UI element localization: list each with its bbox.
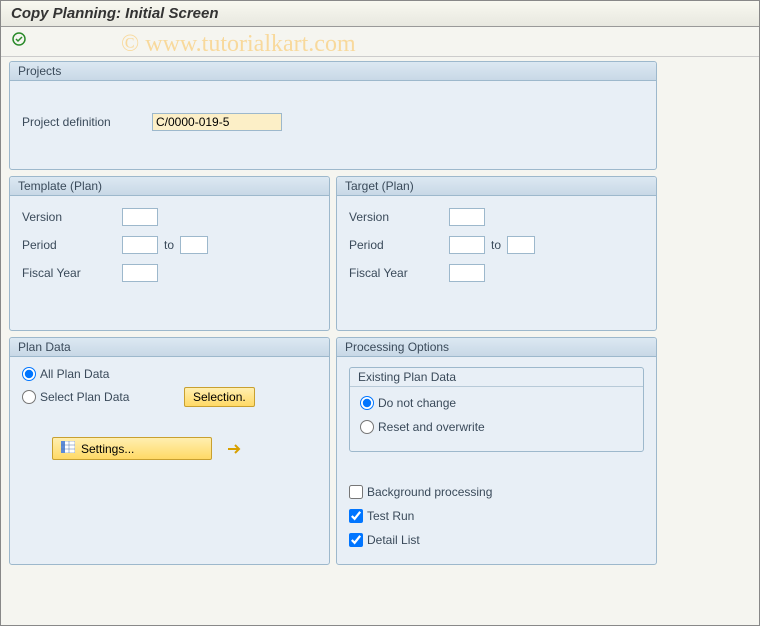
existing-plan-data-group: Existing Plan Data Do not change Reset a…: [349, 367, 644, 452]
template-period-from-input[interactable]: [122, 236, 158, 254]
template-version-label: Version: [22, 210, 122, 224]
page-title: Copy Planning: Initial Screen: [1, 1, 759, 27]
do-not-change-radio[interactable]: [360, 396, 374, 410]
plan-data-header: Plan Data: [10, 338, 329, 357]
all-plan-data-label: All Plan Data: [40, 367, 180, 381]
template-period-to-input[interactable]: [180, 236, 208, 254]
target-groupbox: Target (Plan) Version Period to Fiscal Y…: [336, 176, 657, 331]
test-run-label: Test Run: [367, 509, 414, 523]
all-plan-data-radio[interactable]: [22, 367, 36, 381]
target-period-to-input[interactable]: [507, 236, 535, 254]
target-header: Target (Plan): [337, 177, 656, 196]
execute-icon[interactable]: [11, 31, 27, 47]
template-fiscal-input[interactable]: [122, 264, 158, 282]
target-to-label: to: [491, 238, 501, 252]
background-processing-label: Background processing: [367, 485, 492, 499]
test-run-checkbox[interactable]: [349, 509, 363, 523]
reset-overwrite-radio[interactable]: [360, 420, 374, 434]
existing-plan-data-header: Existing Plan Data: [350, 368, 643, 387]
arrow-right-icon[interactable]: [226, 441, 242, 457]
projects-groupbox: Projects Project definition: [9, 61, 657, 170]
target-version-input[interactable]: [449, 208, 485, 226]
detail-list-label: Detail List: [367, 533, 420, 547]
settings-button[interactable]: Settings...: [52, 437, 212, 460]
select-plan-data-radio[interactable]: [22, 390, 36, 404]
grid-icon: [61, 441, 75, 456]
target-period-from-input[interactable]: [449, 236, 485, 254]
template-period-label: Period: [22, 238, 122, 252]
target-version-label: Version: [349, 210, 449, 224]
settings-button-label: Settings...: [81, 442, 134, 456]
target-fiscal-input[interactable]: [449, 264, 485, 282]
template-groupbox: Template (Plan) Version Period to Fiscal…: [9, 176, 330, 331]
target-period-label: Period: [349, 238, 449, 252]
processing-options-header: Processing Options: [337, 338, 656, 357]
project-definition-label: Project definition: [22, 115, 152, 129]
projects-header: Projects: [10, 62, 656, 81]
detail-list-checkbox[interactable]: [349, 533, 363, 547]
target-fiscal-label: Fiscal Year: [349, 266, 449, 280]
template-fiscal-label: Fiscal Year: [22, 266, 122, 280]
reset-overwrite-label: Reset and overwrite: [378, 420, 485, 434]
toolbar: [1, 27, 759, 57]
processing-options-groupbox: Processing Options Existing Plan Data Do…: [336, 337, 657, 565]
selection-button[interactable]: Selection.: [184, 387, 255, 407]
background-processing-checkbox[interactable]: [349, 485, 363, 499]
select-plan-data-label: Select Plan Data: [40, 390, 180, 404]
template-header: Template (Plan): [10, 177, 329, 196]
template-version-input[interactable]: [122, 208, 158, 226]
project-definition-input[interactable]: [152, 113, 282, 131]
template-to-label: to: [164, 238, 174, 252]
do-not-change-label: Do not change: [378, 396, 456, 410]
plan-data-groupbox: Plan Data All Plan Data Select Plan Data…: [9, 337, 330, 565]
